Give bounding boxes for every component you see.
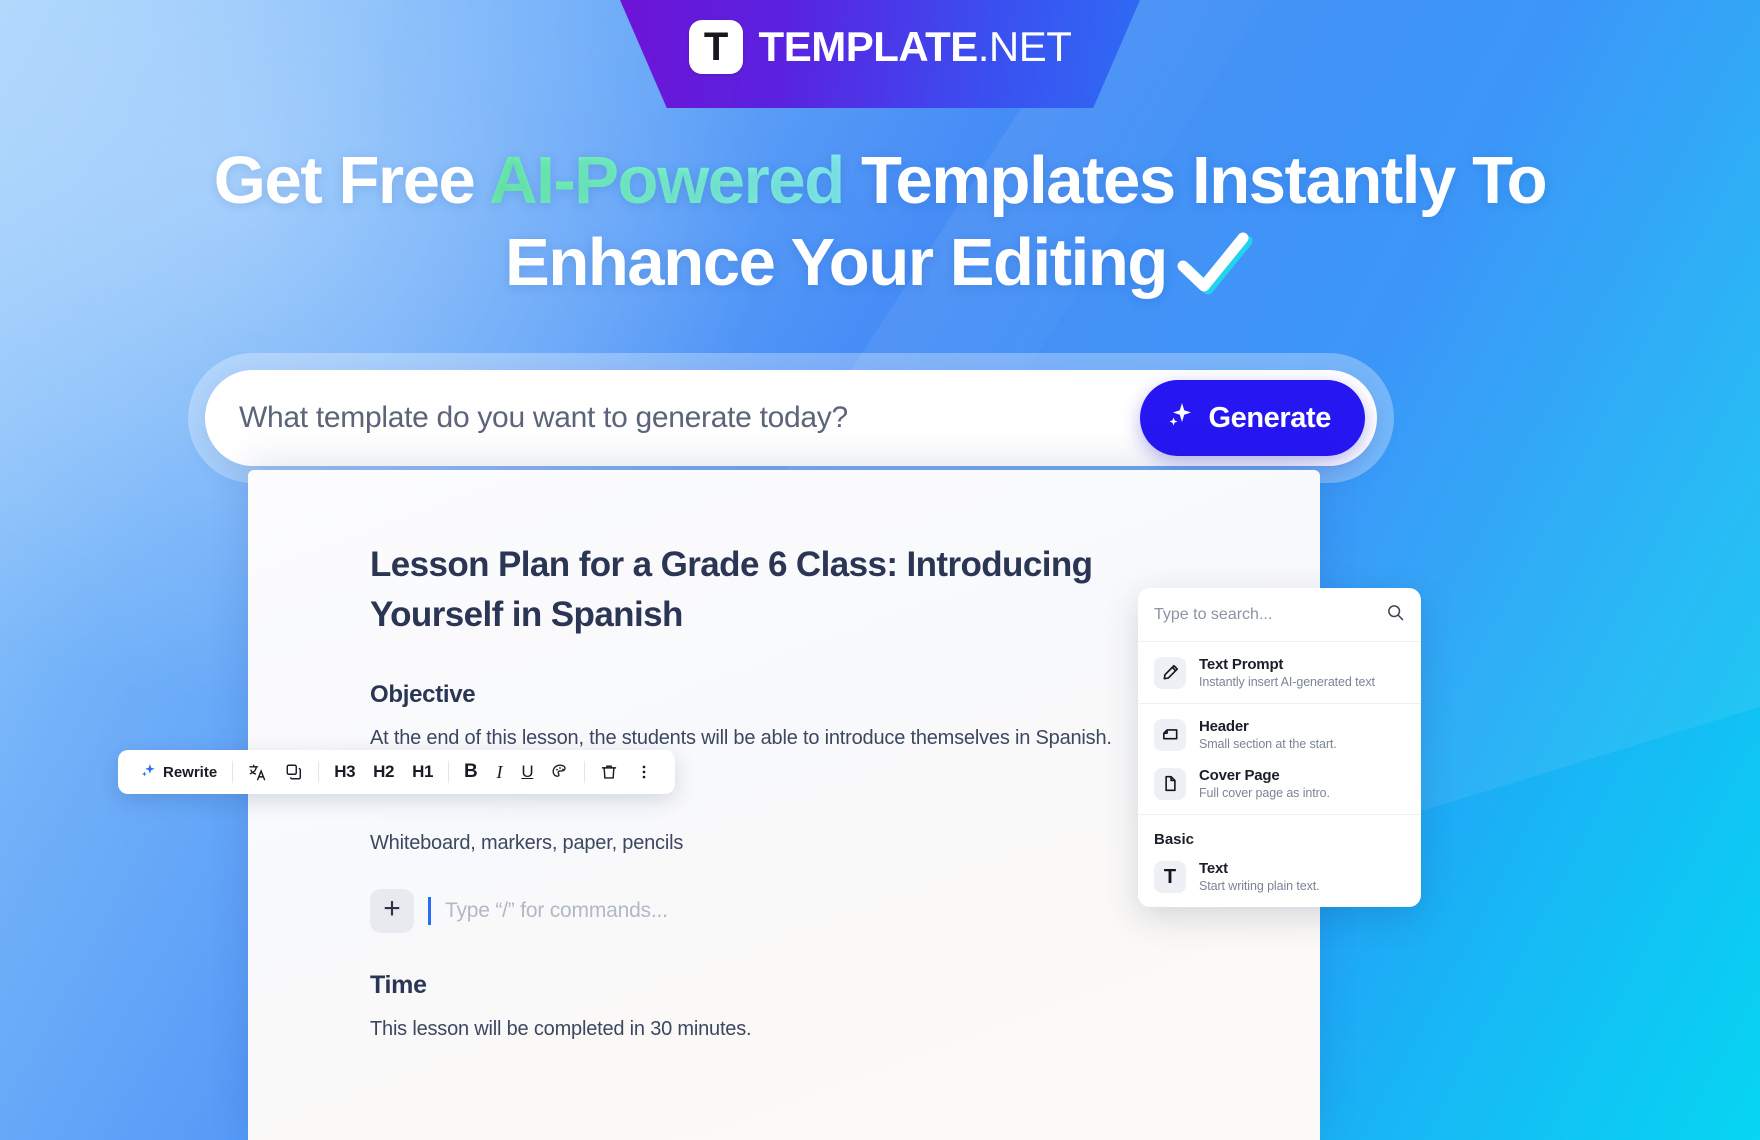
section-heading-time[interactable]: Time (370, 971, 1240, 1000)
headline-line2-text: Enhance Your Editing (505, 225, 1168, 301)
bold-button[interactable]: B (455, 757, 486, 787)
section-heading-objective[interactable]: Objective (370, 681, 1240, 709)
pencil-icon (1154, 656, 1186, 689)
search-input[interactable] (205, 401, 1141, 435)
italic-button[interactable]: I (486, 757, 512, 787)
heading-2-button[interactable]: H2 (364, 757, 403, 787)
header-block-icon (1154, 718, 1186, 751)
command-item-text: Text Prompt Instantly insert AI-generate… (1199, 656, 1375, 689)
command-item-title: Cover Page (1199, 767, 1280, 784)
rewrite-button[interactable]: Rewrite (132, 757, 226, 787)
toolbar-divider (318, 761, 320, 783)
command-search-input[interactable] (1154, 605, 1386, 624)
generate-button-label: Generate (1208, 401, 1331, 434)
page-icon (1154, 767, 1186, 800)
command-group-label: Basic (1154, 831, 1195, 848)
command-group-suggested: Text Prompt Instantly insert AI-generate… (1138, 642, 1421, 703)
underline-button[interactable]: U (512, 757, 542, 787)
heading-1-button[interactable]: H1 (403, 757, 442, 787)
section-body-objective[interactable]: At the end of this lesson, the students … (370, 727, 1240, 750)
brand-wordmark: TEMPLATE.NET (759, 26, 1072, 68)
check-mark-icon (1177, 229, 1255, 295)
copy-icon[interactable] (276, 757, 312, 787)
rewrite-label: Rewrite (163, 763, 218, 781)
headline-text-b: Templates Instantly To (843, 143, 1548, 218)
command-item-text: Header Small section at the start. (1199, 718, 1337, 751)
generate-button[interactable]: Generate (1140, 380, 1365, 456)
command-item-title: Header (1199, 718, 1249, 735)
text-t-icon: T (1154, 860, 1186, 893)
command-item-text: Cover Page Full cover page as intro. (1199, 767, 1330, 800)
brand-lockup: T TEMPLATE.NET (688, 20, 1072, 74)
headline-text-a: Get Free (213, 143, 490, 218)
command-item-title: Text (1199, 860, 1228, 877)
materials-list[interactable]: Whiteboard, markers, paper, pencils (370, 832, 1240, 855)
command-item-text-prompt[interactable]: Text Prompt Instantly insert AI-generate… (1138, 648, 1421, 697)
command-item-header[interactable]: Header Small section at the start. (1138, 710, 1421, 759)
heading-3-button[interactable]: H3 (325, 757, 364, 787)
command-item-title: Text Prompt (1199, 656, 1284, 673)
more-options-icon[interactable] (627, 757, 661, 787)
section-body-time[interactable]: This lesson will be completed in 30 minu… (370, 1018, 1240, 1041)
toolbar-divider (584, 761, 586, 783)
command-item-cover-page[interactable]: Cover Page Full cover page as intro. (1138, 759, 1421, 808)
toolbar-divider (232, 761, 234, 783)
command-search-row (1138, 588, 1421, 642)
brand-banner: T TEMPLATE.NET (620, 0, 1140, 108)
slash-command-menu: Text Prompt Instantly insert AI-generate… (1138, 588, 1421, 907)
logo-letter: T (703, 25, 728, 69)
sparkle-icon (1168, 401, 1194, 435)
page-title: Get Free AI-Powered Templates Instantly … (0, 140, 1760, 305)
headline-line-1: Get Free AI-Powered Templates Instantly … (0, 140, 1760, 222)
command-item-text[interactable]: T Text Start writing plain text. (1138, 852, 1421, 901)
document-title[interactable]: Lesson Plan for a Grade 6 Class: Introdu… (370, 540, 1180, 639)
command-group-basic: Basic T Text Start writing plain text. (1138, 814, 1421, 907)
template-net-logo-icon: T (688, 20, 743, 74)
command-placeholder[interactable]: Type “/” for commands... (445, 899, 668, 923)
palette-icon[interactable] (542, 757, 578, 787)
headline-accent: AI-Powered (489, 143, 845, 218)
command-item-desc: Small section at the start. (1199, 737, 1337, 751)
trash-icon[interactable] (591, 757, 627, 787)
command-item-desc: Start writing plain text. (1199, 879, 1320, 893)
toolbar-divider (448, 761, 449, 783)
search-icon[interactable] (1386, 603, 1405, 627)
translate-icon[interactable] (239, 757, 276, 787)
formatting-toolbar: Rewrite H3 H2 H1 B I U (118, 750, 676, 794)
command-group-layout: Header Small section at the start. Cover… (1138, 703, 1421, 814)
text-t-glyph: T (1163, 865, 1177, 888)
command-item-desc: Instantly insert AI-generated text (1199, 675, 1375, 689)
brand-name-bold: TEMPLATE (758, 23, 979, 70)
plus-icon[interactable]: + (370, 889, 414, 934)
headline-line-2: Enhance Your Editing (0, 222, 1760, 304)
prompt-search-bar: Generate (205, 370, 1377, 466)
empty-block-row: + Type “/” for commands... (370, 889, 1240, 934)
command-item-text: Text Start writing plain text. (1199, 860, 1320, 893)
command-item-desc: Full cover page as intro. (1199, 786, 1330, 800)
brand-name-tld: .NET (977, 23, 1072, 70)
sparkle-icon (141, 763, 156, 781)
text-caret (428, 897, 431, 926)
